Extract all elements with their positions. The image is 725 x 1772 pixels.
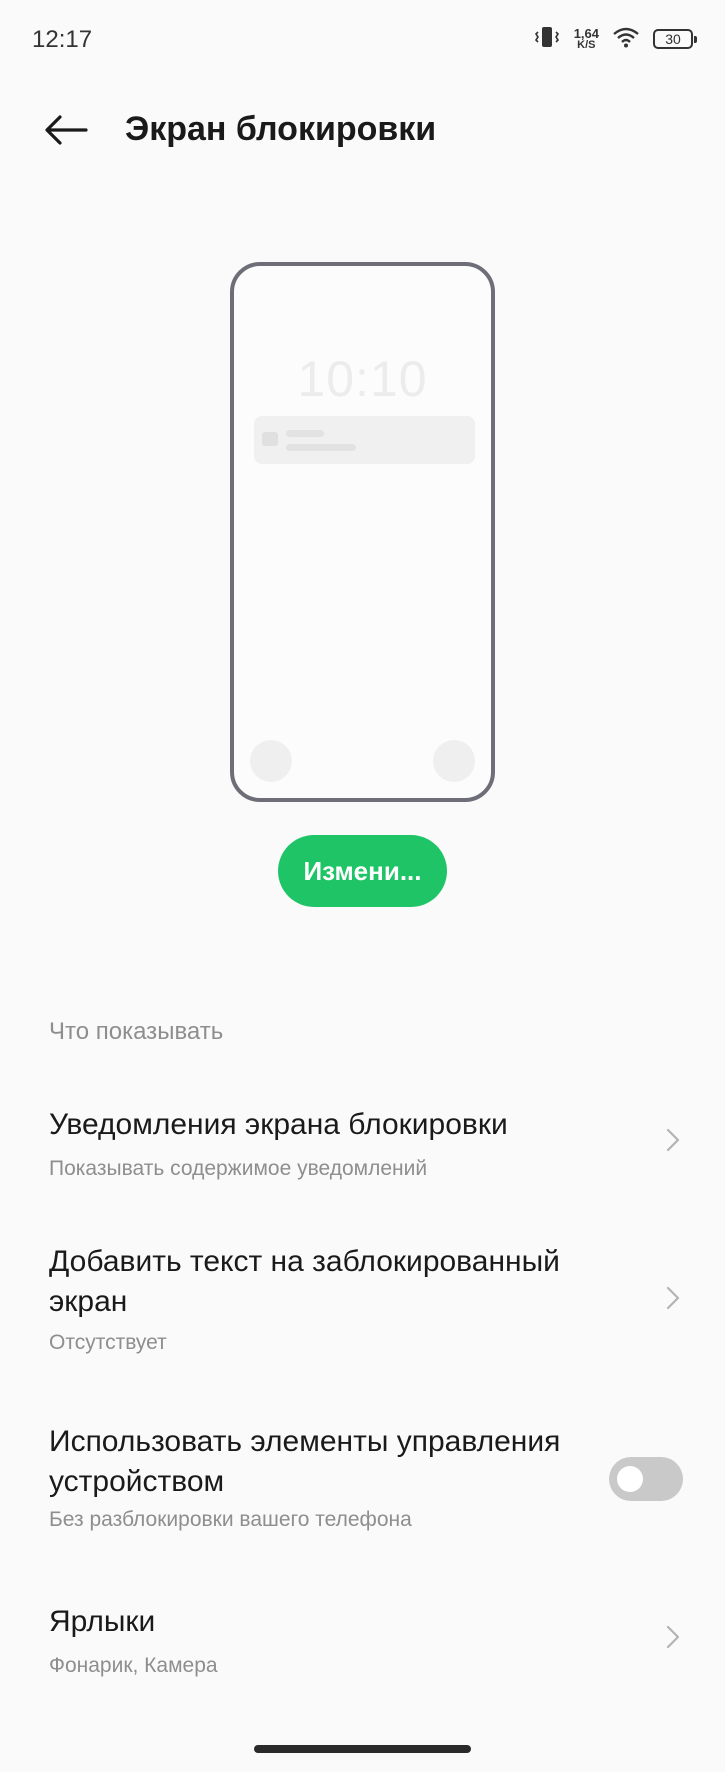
preview-shortcut-right xyxy=(433,740,475,782)
section-header: Что показывать xyxy=(49,1018,224,1045)
setting-device-controls[interactable]: Использовать элементы управления устройс… xyxy=(0,1405,725,1555)
setting-title: Добавить текст на заблокированный экран xyxy=(49,1245,560,1318)
setting-subtitle: Фонарик, Камера xyxy=(49,1654,218,1677)
setting-lock-screen-notifications[interactable]: Уведомления экрана блокировки Показывать… xyxy=(0,1085,725,1215)
preview-notification-icon xyxy=(262,432,278,446)
preview-notification-line xyxy=(286,430,324,437)
status-icons: 1,64 K/S 30 xyxy=(534,22,697,56)
setting-title: Использовать элементы управления устройс… xyxy=(49,1425,561,1498)
battery-icon: 30 xyxy=(653,29,697,49)
setting-title: Уведомления экрана блокировки xyxy=(49,1108,508,1141)
chevron-right-icon xyxy=(663,1622,683,1652)
status-time: 12:17 xyxy=(32,26,93,53)
setting-subtitle: Отсутствует xyxy=(49,1331,167,1354)
page-title: Экран блокировки xyxy=(125,110,437,148)
preview-shortcut-left xyxy=(250,740,292,782)
network-speed: 1,64 K/S xyxy=(573,26,599,51)
lock-screen-preview: 10:10 xyxy=(230,262,495,802)
back-arrow-icon xyxy=(45,115,88,145)
setting-title: Ярлыки xyxy=(49,1605,156,1638)
change-lock-screen-button[interactable]: Измени... xyxy=(278,835,447,907)
setting-shortcuts[interactable]: Ярлыки Фонарик, Камера xyxy=(0,1580,725,1700)
status-bar: 12:17 1,64 K/S 30 xyxy=(0,0,725,80)
chevron-right-icon xyxy=(663,1125,683,1155)
toggle-knob xyxy=(617,1466,643,1492)
setting-subtitle: Показывать содержимое уведомлений xyxy=(49,1157,428,1180)
chevron-right-icon xyxy=(663,1283,683,1313)
preview-notification xyxy=(254,416,475,464)
preview-clock: 10:10 xyxy=(297,351,428,407)
device-controls-toggle[interactable] xyxy=(609,1457,683,1501)
lock-screen-settings: 12:17 1,64 K/S 30 Экран блокировки 10:10… xyxy=(0,0,725,1772)
wifi-icon xyxy=(613,26,639,53)
vibrate-icon xyxy=(534,25,560,54)
setting-add-lock-screen-text[interactable]: Добавить текст на заблокированный экран … xyxy=(0,1225,725,1375)
home-indicator[interactable] xyxy=(254,1745,471,1753)
app-header: Экран блокировки xyxy=(0,90,725,170)
preview-notification-line xyxy=(286,444,356,451)
back-button[interactable] xyxy=(38,104,94,156)
setting-subtitle: Без разблокировки вашего телефона xyxy=(49,1508,412,1531)
